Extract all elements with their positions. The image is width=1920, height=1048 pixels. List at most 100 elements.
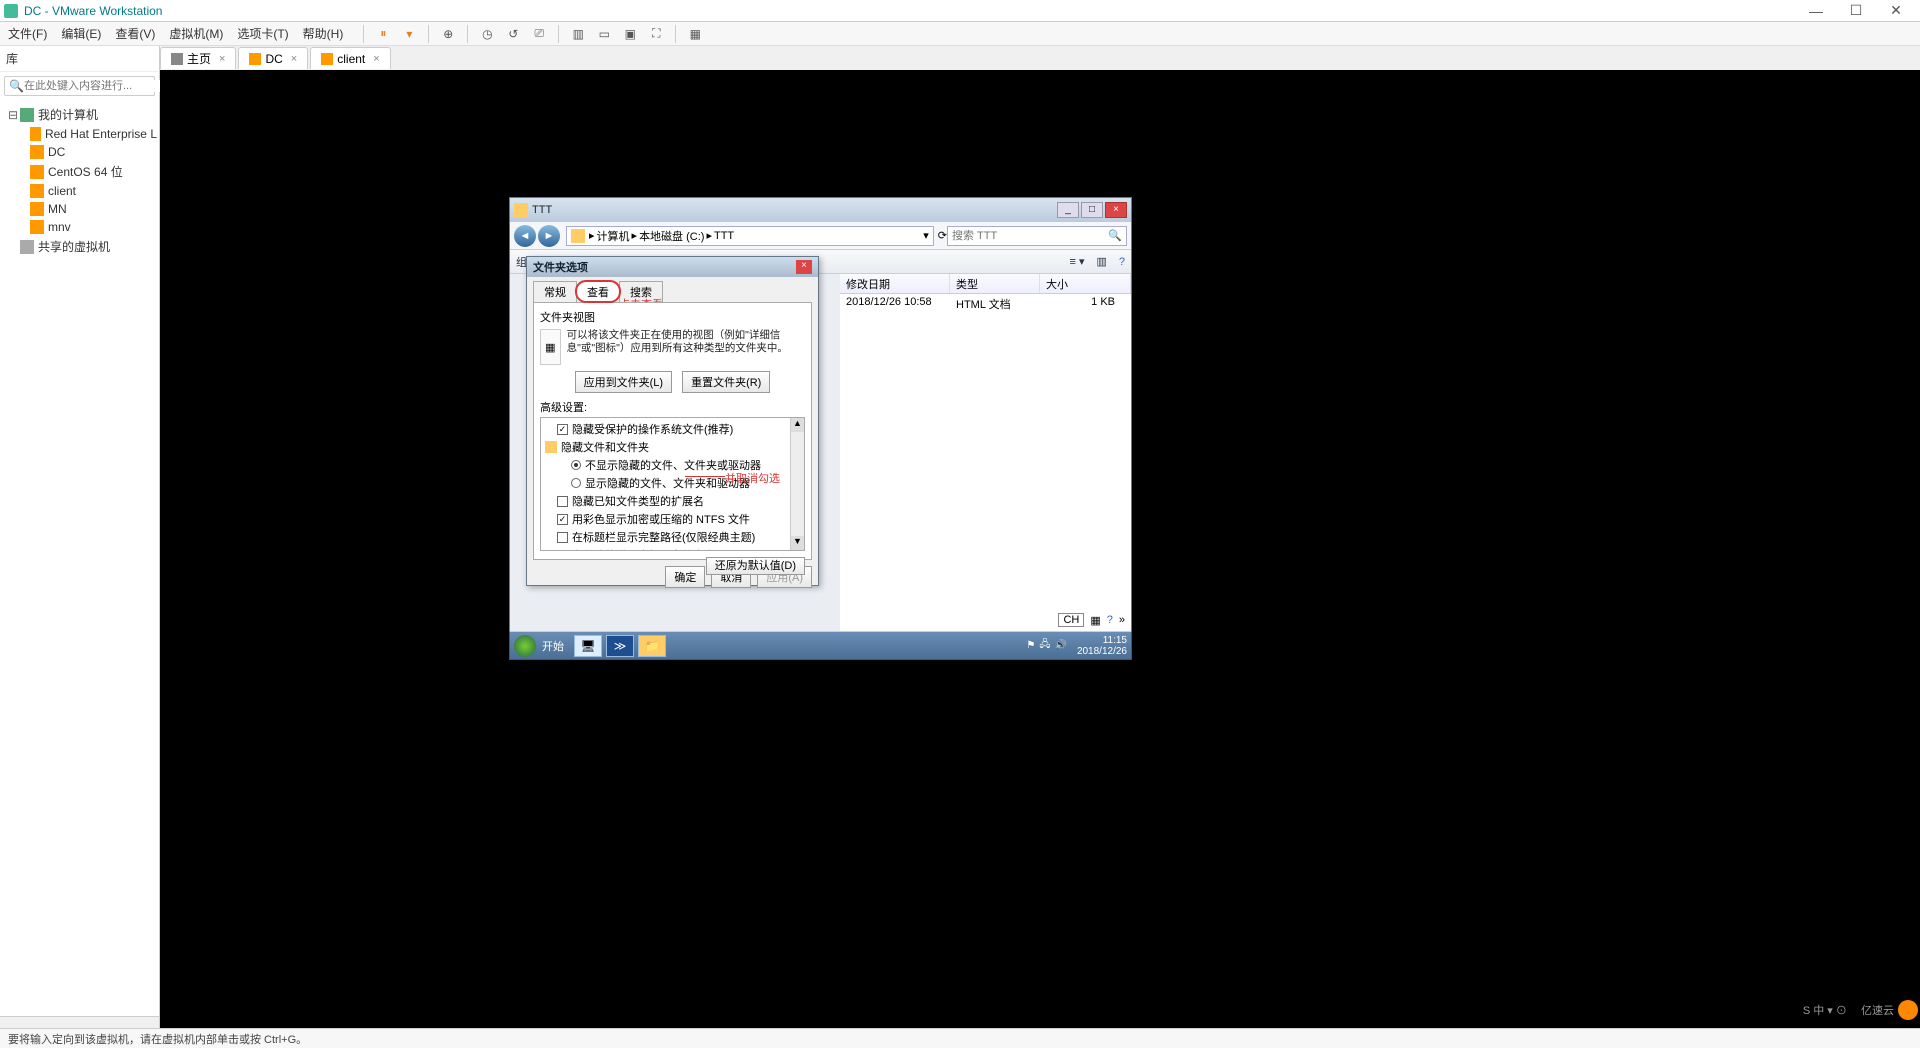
checkbox[interactable] <box>557 496 568 507</box>
close-button[interactable]: ✕ <box>1876 2 1916 19</box>
vm-icon <box>30 184 44 198</box>
scroll-up-icon[interactable]: ▲ <box>791 418 804 432</box>
tree-item[interactable]: DC <box>2 143 157 161</box>
fullscreen-icon[interactable]: ⛶ <box>647 25 665 43</box>
checkbox[interactable] <box>557 532 568 543</box>
separator <box>467 25 468 43</box>
menu-tabs[interactable]: 选项卡(T) <box>237 25 288 42</box>
menu-view[interactable]: 查看(V) <box>115 25 155 42</box>
tab-client[interactable]: client× <box>310 47 390 69</box>
help-icon[interactable]: ? <box>1119 256 1125 268</box>
search-icon[interactable]: 🔍 <box>1108 229 1122 242</box>
tab-view[interactable]: 查看 <box>576 281 620 302</box>
col-date[interactable]: 修改日期 <box>840 274 950 293</box>
maximize-button[interactable]: ☐ <box>1836 2 1876 19</box>
taskbar-folder-icon[interactable]: 📁 <box>638 635 666 657</box>
layout2-icon[interactable]: ▭ <box>595 25 613 43</box>
search-icon: 🔍 <box>9 79 24 93</box>
close-icon[interactable]: × <box>373 53 379 65</box>
apply-to-folders-button[interactable]: 应用到文件夹(L) <box>575 371 672 393</box>
menu-edit[interactable]: 编辑(E) <box>61 25 101 42</box>
tray-flag-icon[interactable]: ⚑ <box>1026 640 1035 651</box>
col-type[interactable]: 类型 <box>950 274 1040 293</box>
tree-item[interactable]: client <box>2 182 157 200</box>
explorer-search-input[interactable] <box>952 230 1108 242</box>
minimize-button[interactable]: — <box>1796 3 1836 19</box>
forward-button[interactable]: ► <box>538 225 560 247</box>
menu-vm[interactable]: 虚拟机(M) <box>169 25 223 42</box>
pause-icon[interactable]: ⏸ <box>374 25 392 43</box>
tab-dc[interactable]: DC× <box>238 47 308 69</box>
advanced-settings-list[interactable]: 隐藏受保护的操作系统文件(推荐) 隐藏文件和文件夹 不显示隐藏的文件、文件夹或驱… <box>540 417 805 551</box>
address-bar[interactable]: ▸ 计算机 ▸ 本地磁盘 (C:) ▸ TTT ▾ <box>566 226 934 246</box>
explorer-titlebar[interactable]: TTT _ □ × <box>510 198 1131 222</box>
tray-network-icon[interactable]: 🖧 <box>1039 637 1050 654</box>
manage-icon[interactable]: ⎚ <box>530 25 548 43</box>
lang-badge[interactable]: CH <box>1058 613 1084 627</box>
preview-pane-icon[interactable]: ▥ <box>1096 255 1106 268</box>
tree-shared[interactable]: 共享的虚拟机 <box>2 236 157 257</box>
reset-folders-button[interactable]: 重置文件夹(R) <box>682 371 770 393</box>
checkbox[interactable] <box>557 424 568 435</box>
scroll-down-icon[interactable]: ▼ <box>791 536 804 550</box>
play-dropdown-icon[interactable]: ▾ <box>400 25 418 43</box>
unity-icon[interactable]: ▦ <box>686 25 704 43</box>
tree-item[interactable]: mnv <box>2 218 157 236</box>
sidebar-scrollbar[interactable] <box>0 1016 159 1028</box>
start-label[interactable]: 开始 <box>542 638 564 654</box>
explorer-maximize[interactable]: □ <box>1081 202 1103 218</box>
dialog-close[interactable]: × <box>796 260 812 274</box>
collapse-icon[interactable]: ⊟ <box>8 108 20 122</box>
start-button[interactable] <box>514 635 536 657</box>
list-item[interactable]: 2018/12/26 10:58 HTML 文档 1 KB <box>840 294 1131 314</box>
taskbar-powershell-icon[interactable]: ≫ <box>606 635 634 657</box>
menu-file[interactable]: 文件(F) <box>8 25 47 42</box>
tree-root[interactable]: ⊟ 我的计算机 <box>2 104 157 125</box>
dialog-titlebar[interactable]: 文件夹选项 × <box>527 257 818 277</box>
col-size[interactable]: 大小 <box>1040 274 1131 293</box>
sidebar-search-input[interactable] <box>24 80 166 92</box>
tree-item[interactable]: CentOS 64 位 <box>2 161 157 182</box>
radio[interactable] <box>571 478 581 488</box>
checkbox[interactable] <box>557 550 568 552</box>
taskbar-explorer-icon[interactable]: 🖥 <box>574 635 602 657</box>
tab-home[interactable]: 主页× <box>160 47 236 69</box>
system-tray[interactable]: ⚑ 🖧 🔊 11:15 2018/12/26 <box>1026 635 1127 657</box>
layout3-icon[interactable]: ▣ <box>621 25 639 43</box>
tray-sound-icon[interactable]: 🔊 <box>1054 640 1066 651</box>
vm-icon <box>30 145 44 159</box>
tray-icon[interactable]: ▦ <box>1090 614 1100 627</box>
tree-item[interactable]: MN <box>2 200 157 218</box>
vm-icon <box>30 202 44 216</box>
explorer-search[interactable]: 🔍 <box>947 226 1127 246</box>
layout1-icon[interactable]: ▥ <box>569 25 587 43</box>
address-dropdown-icon[interactable]: ▾ <box>923 229 929 242</box>
radio[interactable] <box>571 460 581 470</box>
folder-icon <box>545 441 557 453</box>
close-icon[interactable]: × <box>291 53 297 65</box>
revert-icon[interactable]: ↺ <box>504 25 522 43</box>
explorer-minimize[interactable]: _ <box>1057 202 1079 218</box>
help-icon[interactable]: ? <box>1107 614 1113 626</box>
refresh-button[interactable]: ⟳ <box>938 229 947 242</box>
explorer-close[interactable]: × <box>1105 202 1127 218</box>
clock-icon[interactable]: ◷ <box>478 25 496 43</box>
sidebar-search[interactable]: 🔍 ▾ <box>4 76 155 96</box>
vm-icon <box>30 165 44 179</box>
back-button[interactable]: ◄ <box>514 225 536 247</box>
snapshot-icon[interactable]: ⊕ <box>439 25 457 43</box>
scrollbar[interactable]: ▲ ▼ <box>790 418 804 550</box>
tab-general[interactable]: 常规 <box>533 281 577 302</box>
taskbar-clock[interactable]: 11:15 2018/12/26 <box>1077 635 1127 657</box>
dialog-tabs: 常规 查看 搜索 <box>527 277 818 302</box>
tree-item[interactable]: Red Hat Enterprise L <box>2 125 157 143</box>
restore-defaults-button[interactable]: 还原为默认值(D) <box>706 557 805 575</box>
menu-help[interactable]: 帮助(H) <box>303 25 344 42</box>
file-list[interactable]: 2018/12/26 10:58 HTML 文档 1 KB <box>840 294 1131 631</box>
checkbox[interactable] <box>557 514 568 525</box>
shared-icon <box>20 240 34 254</box>
chevron-icon[interactable]: » <box>1119 614 1125 626</box>
vm-tabbar: 主页× DC× client× <box>160 46 1920 70</box>
close-icon[interactable]: × <box>219 53 225 65</box>
view-options-icon[interactable]: ≡ ▾ <box>1069 255 1084 268</box>
